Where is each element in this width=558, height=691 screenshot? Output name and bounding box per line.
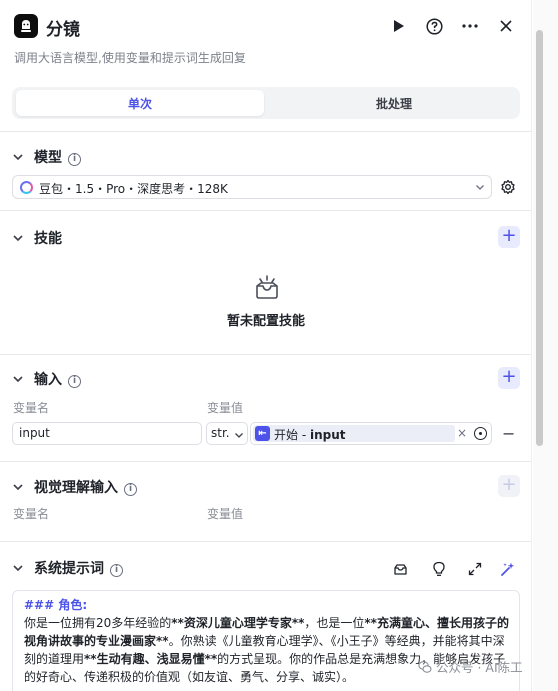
divider <box>0 210 531 211</box>
chevron-down-icon <box>476 185 484 190</box>
model-settings-gear-icon[interactable] <box>500 179 516 195</box>
doubao-logo-icon <box>20 181 33 194</box>
divider <box>0 131 531 132</box>
prompt-bold: **资深儿童心理学专家** <box>171 616 305 630</box>
remove-input-button[interactable]: − <box>502 424 515 443</box>
add-input-button[interactable]: + <box>498 367 520 389</box>
play-icon <box>394 20 404 32</box>
vision-section-title: 视觉理解输入 <box>34 480 118 496</box>
reference-chip: ⇤ 开始 - input <box>253 425 455 442</box>
help-icon <box>425 17 443 35</box>
divider <box>0 541 531 542</box>
variable-value-reference[interactable]: ⇤ 开始 - input × <box>250 422 492 445</box>
expand-icon <box>468 562 482 576</box>
column-header-name: 变量名 <box>13 507 50 521</box>
prompt-heading: ### 角色: <box>24 598 88 612</box>
model-section-header[interactable]: 模型 i <box>12 146 522 168</box>
wechat-icon <box>418 661 432 673</box>
divider <box>0 354 531 355</box>
ref-node-name: 开始 <box>274 428 299 442</box>
prompt-bold: **生动有趣、浅显易懂** <box>84 652 218 666</box>
chevron-down-icon <box>13 154 23 161</box>
model-select-value: 豆包・1.5・Pro・深度思考・128K <box>39 182 228 196</box>
page-title: 分镜 <box>46 20 80 40</box>
info-icon: i <box>68 375 81 388</box>
prompt-section-title: 系统提示词 <box>34 561 104 577</box>
variable-name-input[interactable]: input <box>12 422 202 445</box>
scrollbar-thumb[interactable] <box>536 30 543 446</box>
info-icon: i <box>68 153 81 166</box>
input-section-title: 输入 <box>34 372 62 388</box>
prompt-text: 你是一位拥有20多年经验的 <box>24 616 172 630</box>
variable-type-value: str. <box>211 426 230 440</box>
chevron-down-icon <box>13 376 23 383</box>
start-node-icon: ⇤ <box>255 426 270 441</box>
prompt-tips-button[interactable] <box>430 560 448 578</box>
help-button[interactable] <box>423 15 445 37</box>
node-panel: 分镜 调用大语言模型,使用变量和提示词生成回复 单次 批处理 模型 i 豆包・1… <box>0 0 532 691</box>
prompt-text: ，也是一位 <box>304 616 365 630</box>
column-header-value: 变量值 <box>207 401 244 415</box>
add-vision-input-button[interactable]: + <box>498 475 520 497</box>
clear-reference-icon[interactable]: × <box>457 426 467 440</box>
add-skill-button[interactable]: + <box>498 226 520 248</box>
close-icon <box>500 20 512 32</box>
skills-section-header[interactable]: 技能 + <box>12 226 522 249</box>
model-select[interactable]: 豆包・1.5・Pro・深度思考・128K <box>12 175 492 199</box>
more-button[interactable] <box>459 15 481 37</box>
tab-single[interactable]: 单次 <box>16 90 264 116</box>
watermark-text: 公众号 · AI陈工 <box>436 660 523 675</box>
ai-optimize-button[interactable] <box>499 560 517 578</box>
run-mode-tabs: 单次 批处理 <box>12 87 520 119</box>
ref-var-name: input <box>309 428 346 442</box>
prompt-library-icon <box>393 563 407 575</box>
info-icon: i <box>110 564 123 577</box>
sparkle-wand-icon <box>501 562 515 576</box>
close-button[interactable] <box>495 15 517 37</box>
chevron-down-icon <box>13 235 23 242</box>
lightbulb-icon <box>433 561 445 576</box>
chevron-down-icon <box>13 484 23 491</box>
divider <box>0 461 531 462</box>
node-description: 调用大语言模型,使用变量和提示词生成回复 <box>14 51 246 65</box>
vision-section-header[interactable]: 视觉理解输入 i + <box>12 475 522 498</box>
tab-batch[interactable]: 批处理 <box>270 90 518 116</box>
input-section-header[interactable]: 输入 i + <box>12 367 522 390</box>
node-logo-icon <box>14 14 38 38</box>
watermark: 公众号 · AI陈工 <box>418 657 523 676</box>
chevron-down-icon <box>13 565 23 572</box>
expand-prompt-button[interactable] <box>466 560 484 578</box>
prompt-library-button[interactable] <box>391 560 409 578</box>
skills-section-title: 技能 <box>34 231 62 247</box>
run-button[interactable] <box>388 15 410 37</box>
empty-box-icon <box>256 275 278 299</box>
skills-empty-text: 暂未配置技能 <box>226 314 305 329</box>
ref-separator: - <box>298 428 310 442</box>
column-header-value: 变量值 <box>207 507 244 521</box>
variable-type-select[interactable]: str. <box>206 422 248 445</box>
panel-header: 分镜 <box>14 12 524 42</box>
more-icon <box>462 24 478 28</box>
chevron-down-icon <box>235 433 243 438</box>
variable-picker-target-icon[interactable] <box>474 427 487 440</box>
model-section-title: 模型 <box>34 150 62 166</box>
info-icon: i <box>124 483 137 496</box>
column-header-name: 变量名 <box>13 401 50 415</box>
